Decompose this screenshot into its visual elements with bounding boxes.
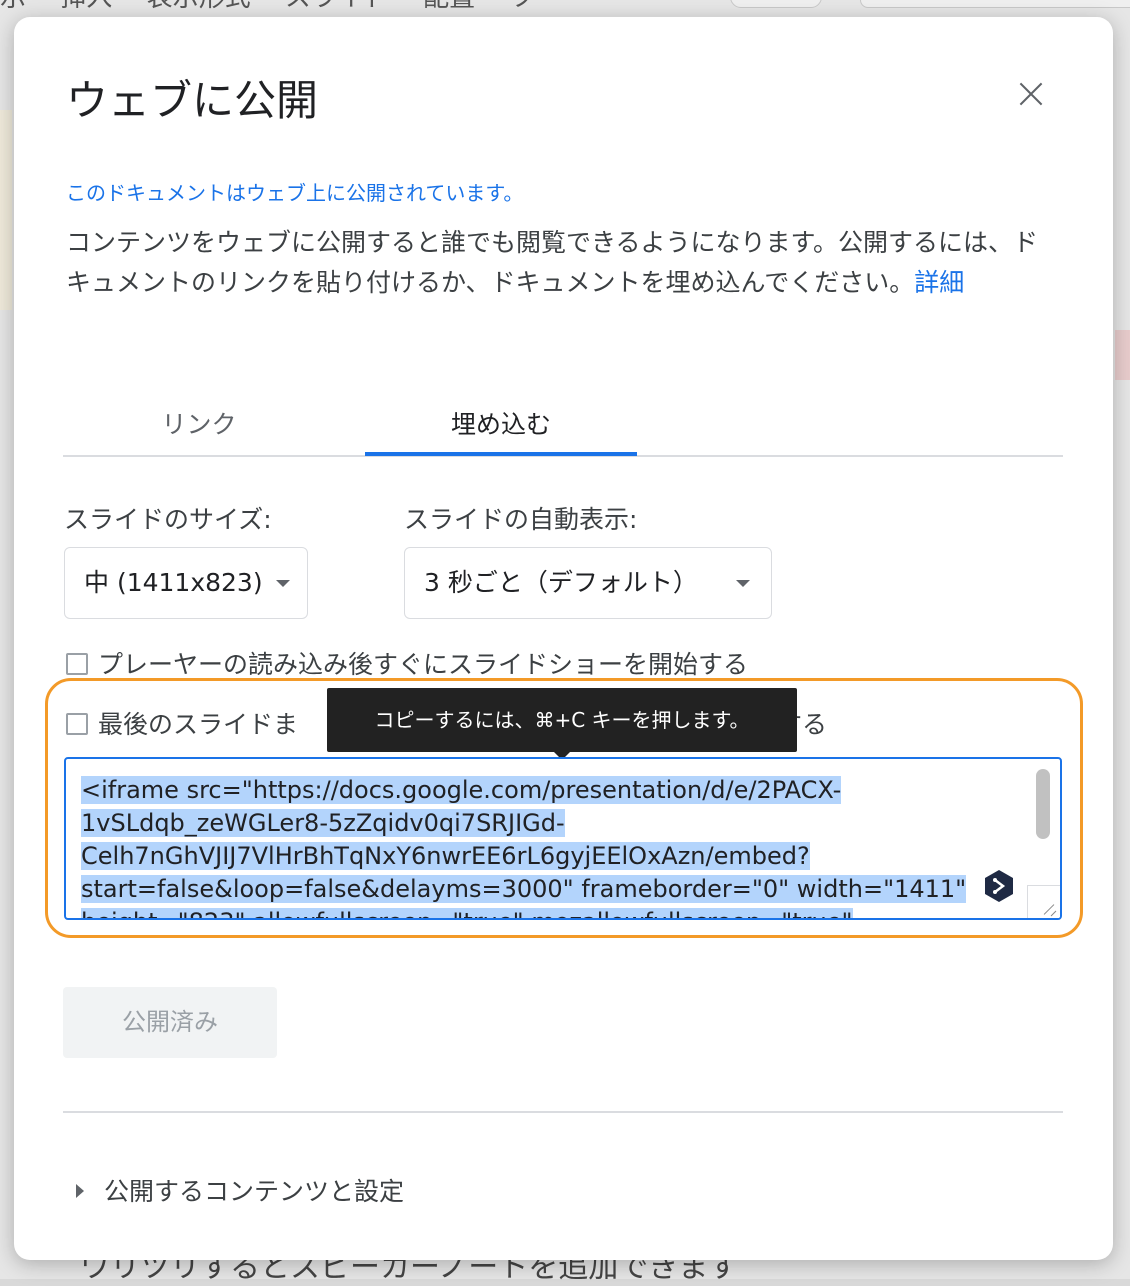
tab-embed[interactable]: 埋め込む xyxy=(365,405,637,455)
bg-menu-item: 挿入 xyxy=(60,0,112,13)
divider xyxy=(63,1111,1063,1113)
chevron-down-icon xyxy=(276,580,290,587)
slide-size-label: スライドのサイズ: xyxy=(64,505,272,534)
start-on-load-option: プレーヤーの読み込み後すぐにスライドショーを開始する xyxy=(66,645,748,681)
start-on-load-checkbox[interactable] xyxy=(66,653,88,675)
tab-link[interactable]: リンク xyxy=(63,405,335,455)
bg-search-box xyxy=(860,0,1130,8)
bg-side-panel xyxy=(1115,330,1130,380)
annotation-highlight xyxy=(45,678,1083,938)
bg-slide-thumbnail xyxy=(0,110,12,310)
learn-more-link[interactable]: 詳細 xyxy=(914,268,964,297)
description-text: コンテンツをウェブに公開すると誰でも閲覧できるようになります。公開するには、ドキ… xyxy=(66,228,1039,297)
bg-toolbar-pill xyxy=(730,0,822,8)
bg-menu-item: 表示形式 xyxy=(147,0,251,13)
publish-to-web-dialog: ウェブに公開 このドキュメントはウェブ上に公開されています。 コンテンツをウェブ… xyxy=(14,17,1113,1260)
slide-size-value: 中 (1411x823) xyxy=(84,568,263,597)
bg-menu-item: 示 xyxy=(0,0,26,13)
bg-menu-item: 配置 xyxy=(423,0,475,13)
autoplay-label: スライドの自動表示: xyxy=(404,505,638,534)
expander-label: 公開するコンテンツと設定 xyxy=(104,1177,405,1206)
start-on-load-label: プレーヤーの読み込み後すぐにスライドショーを開始する xyxy=(98,650,749,679)
published-status: このドキュメントはウェブ上に公開されています。 xyxy=(66,181,524,205)
triangle-right-icon xyxy=(76,1184,84,1198)
content-settings-expander[interactable]: 公開するコンテンツと設定 xyxy=(76,1172,404,1208)
chevron-down-icon xyxy=(736,580,750,587)
bg-menu-item: ツー xyxy=(509,0,561,13)
tab-selected-indicator xyxy=(365,452,637,456)
bg-menu-item: スライド xyxy=(285,0,389,13)
autoplay-select[interactable]: 3 秒ごと（デフォルト） xyxy=(404,547,772,619)
close-icon[interactable] xyxy=(1011,75,1051,115)
autoplay-value: 3 秒ごと（デフォルト） xyxy=(424,568,698,597)
dialog-title: ウェブに公開 xyxy=(66,76,319,125)
published-button: 公開済み xyxy=(63,987,277,1058)
dialog-description: コンテンツをウェブに公開すると誰でも閲覧できるようになります。公開するには、ドキ… xyxy=(66,223,1056,303)
tab-bar: リンク 埋め込む xyxy=(63,397,1063,457)
slide-size-select[interactable]: 中 (1411x823) xyxy=(64,547,308,619)
